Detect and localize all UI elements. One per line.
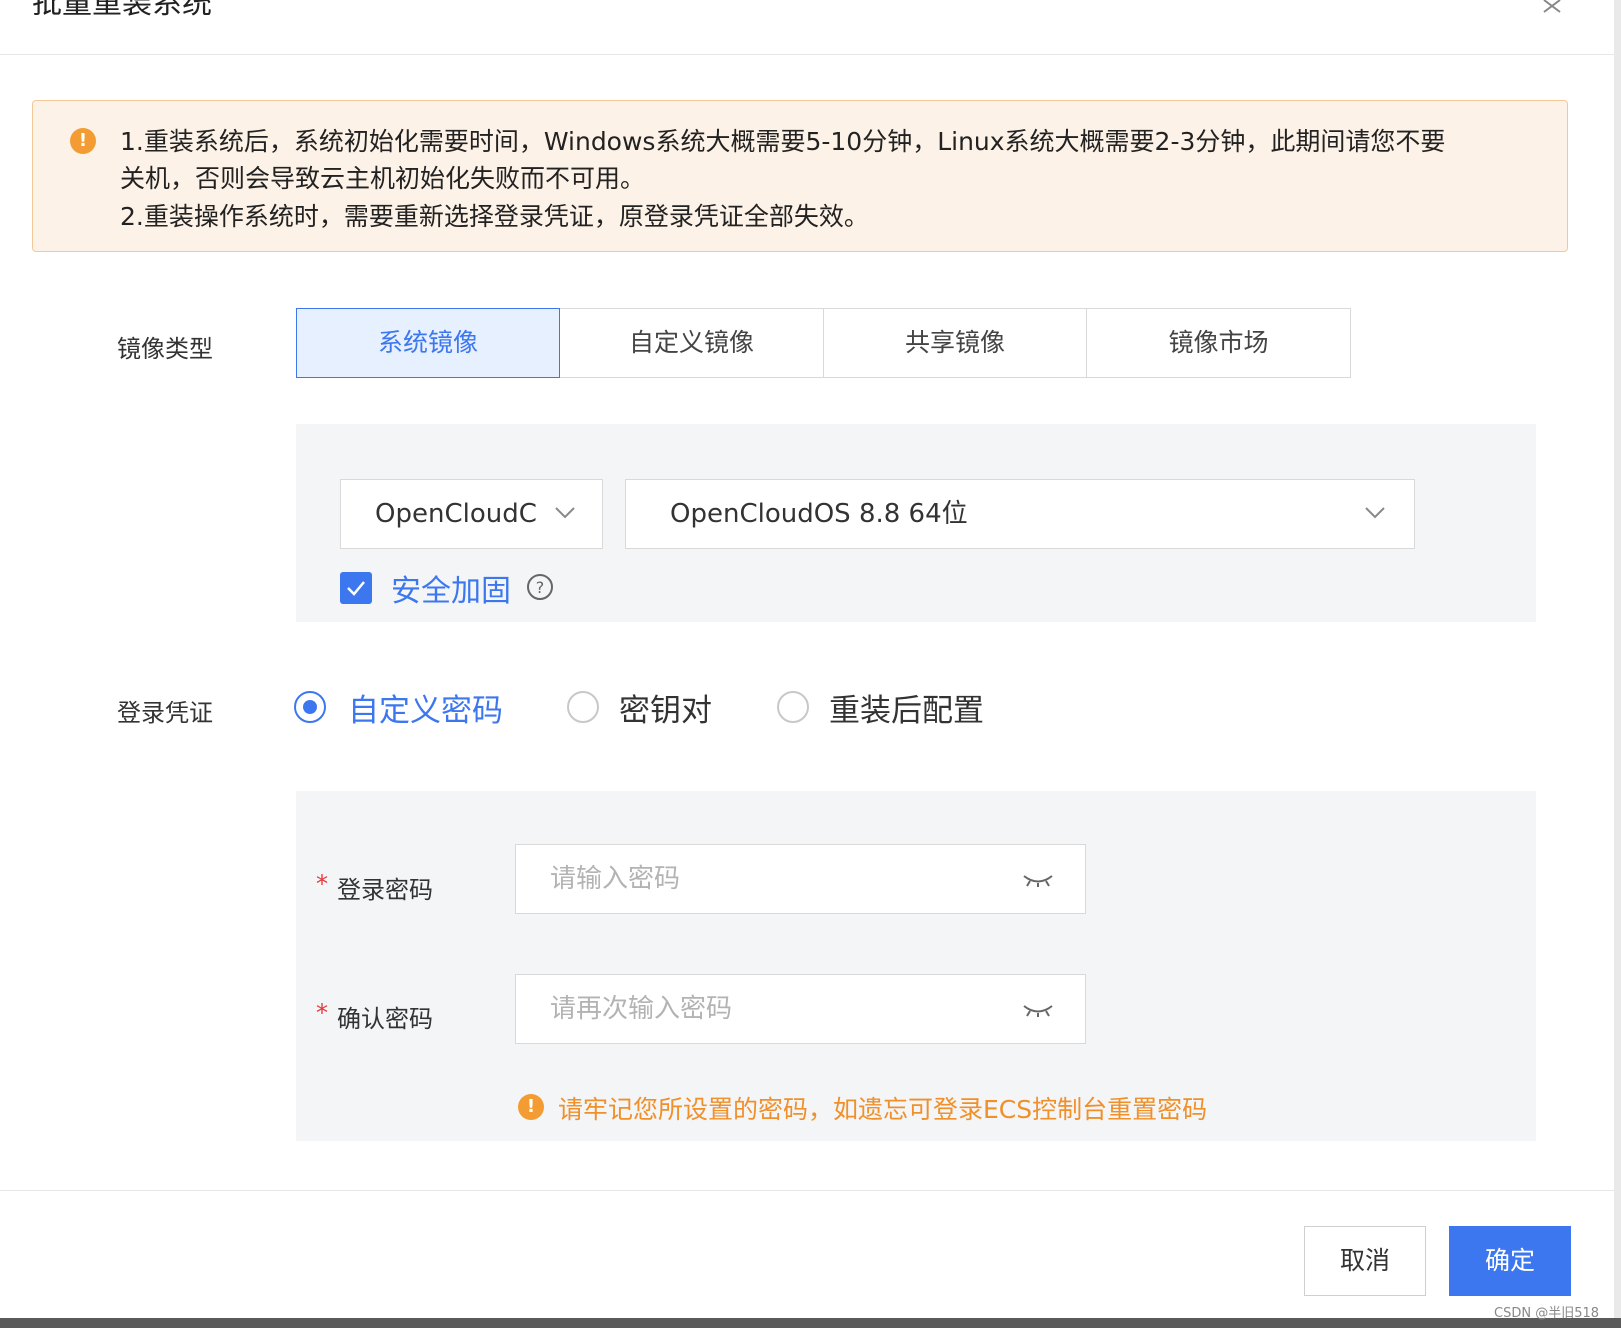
close-icon[interactable] bbox=[1540, 0, 1570, 16]
question-circle-icon[interactable]: ? bbox=[527, 574, 553, 600]
exclamation-circle-icon: ! bbox=[518, 1094, 544, 1120]
exclamation-circle-icon: ! bbox=[70, 128, 96, 154]
check-icon bbox=[347, 581, 365, 596]
chevron-down-icon bbox=[1365, 507, 1385, 519]
cancel-button[interactable]: 取消 bbox=[1304, 1226, 1426, 1296]
alert-line-1: 1.重装系统后，系统初始化需要时间，Windows系统大概需要5-10分钟，Li… bbox=[120, 127, 1446, 156]
tab-shared-image[interactable]: 共享镜像 bbox=[823, 308, 1087, 378]
security-hardening-checkbox[interactable] bbox=[340, 572, 372, 604]
required-mark: * bbox=[316, 870, 328, 898]
os-family-select[interactable]: OpenCloudC bbox=[340, 479, 603, 549]
confirm-button[interactable]: 确定 bbox=[1449, 1226, 1571, 1296]
confirm-password-field[interactable] bbox=[515, 974, 1086, 1044]
tab-custom-image[interactable]: 自定义镜像 bbox=[559, 308, 824, 378]
confirm-password-label: 确认密码 bbox=[337, 1005, 433, 1033]
password-input[interactable] bbox=[516, 845, 1020, 913]
login-credential-label: 登录凭证 bbox=[117, 699, 213, 727]
tab-system-image[interactable]: 系统镜像 bbox=[296, 308, 560, 378]
dialog-title: 批量重装系统 bbox=[32, 0, 212, 21]
password-label: 登录密码 bbox=[337, 876, 433, 904]
watermark: CSDN @半旧518 bbox=[1494, 1306, 1600, 1321]
scrollbar-track[interactable] bbox=[1614, 0, 1621, 1328]
radio-custom-password[interactable] bbox=[294, 691, 326, 723]
os-version-select[interactable]: OpenCloudOS 8.8 64位 bbox=[625, 479, 1415, 549]
window-bottom-edge bbox=[0, 1318, 1621, 1328]
os-version-value: OpenCloudOS 8.8 64位 bbox=[670, 499, 968, 529]
eye-closed-icon[interactable] bbox=[1022, 873, 1054, 887]
image-type-label: 镜像类型 bbox=[117, 335, 213, 363]
confirm-password-input[interactable] bbox=[516, 975, 1020, 1043]
tab-image-market[interactable]: 镜像市场 bbox=[1086, 308, 1351, 378]
chevron-down-icon bbox=[555, 507, 575, 519]
alert-line-2: 关机，否则会导致云主机初始化失败而不可用。 bbox=[120, 164, 646, 193]
radio-configure-later[interactable] bbox=[777, 691, 809, 723]
radio-label-key-pair[interactable]: 密钥对 bbox=[619, 685, 712, 730]
os-family-value: OpenCloudC bbox=[375, 499, 537, 529]
alert-line-3: 2.重装操作系统时，需要重新选择登录凭证，原登录凭证全部失效。 bbox=[120, 202, 869, 231]
radio-key-pair[interactable] bbox=[567, 691, 599, 723]
header-divider bbox=[0, 54, 1620, 55]
radio-label-configure-later[interactable]: 重装后配置 bbox=[829, 685, 984, 730]
required-mark: * bbox=[316, 999, 328, 1027]
footer-divider bbox=[0, 1190, 1620, 1191]
eye-closed-icon[interactable] bbox=[1022, 1003, 1054, 1017]
security-hardening-label[interactable]: 安全加固 bbox=[391, 566, 511, 610]
password-tip: 请牢记您所设置的密码，如遗忘可登录ECS控制台重置密码 bbox=[558, 1095, 1208, 1124]
radio-label-custom-password[interactable]: 自定义密码 bbox=[348, 685, 503, 730]
password-field[interactable] bbox=[515, 844, 1086, 914]
